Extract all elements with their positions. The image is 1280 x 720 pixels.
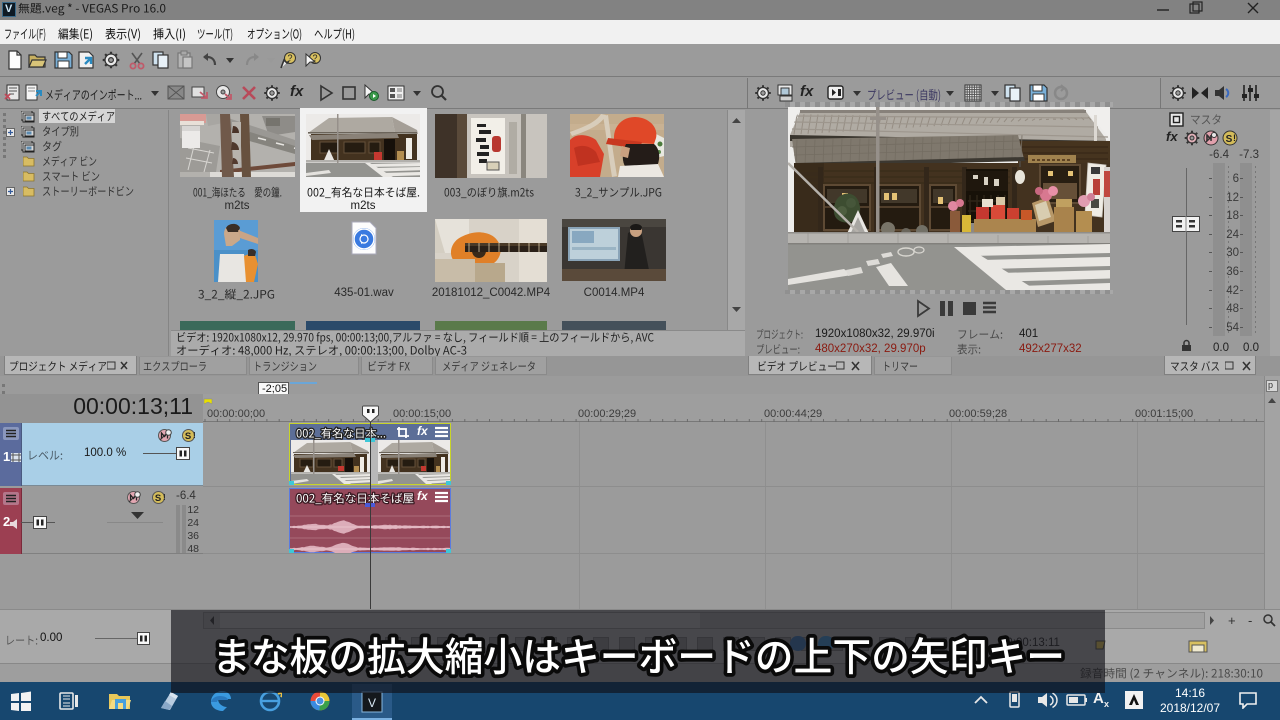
svg-text:S: S	[185, 431, 191, 442]
svg-text:!: !	[163, 493, 166, 502]
svg-text:S: S	[155, 493, 161, 504]
svg-text:S: S	[1226, 134, 1233, 145]
svg-text:!: !	[1233, 133, 1236, 143]
svg-text:V: V	[368, 696, 376, 710]
svg-text:!: !	[193, 431, 196, 440]
